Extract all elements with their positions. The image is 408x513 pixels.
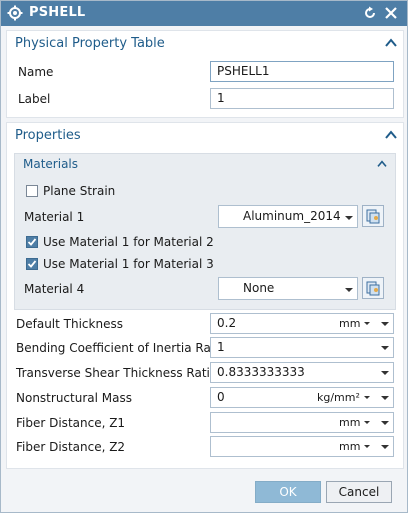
gear-icon xyxy=(7,5,23,21)
chevron-down-icon[interactable] xyxy=(361,413,373,432)
transverse-shear-label: Transverse Shear Thickness Ratio xyxy=(16,366,218,380)
chevron-up-icon[interactable] xyxy=(385,38,397,48)
properties-panel: Properties Materials Plane Strain Materi… xyxy=(6,122,404,469)
nonstructural-mass-unit[interactable]: kg/mm² xyxy=(317,391,360,404)
name-field[interactable]: PSHELL1 xyxy=(210,61,394,82)
material1-value: Aluminum_2014 xyxy=(243,209,341,223)
material4-value: None xyxy=(243,281,275,295)
materials-header: Materials xyxy=(23,157,79,171)
name-label: Name xyxy=(18,65,54,79)
default-thickness-field[interactable]: 0.2 mm xyxy=(210,313,394,334)
label-value: 1 xyxy=(217,91,225,105)
material4-select[interactable]: None xyxy=(218,277,358,300)
properties-header: Properties xyxy=(15,128,81,143)
chevron-down-icon[interactable] xyxy=(379,314,391,333)
material-library-icon xyxy=(366,281,380,296)
transverse-shear-value: 0.8333333333 xyxy=(217,365,305,379)
nonstructural-mass-label: Nonstructural Mass xyxy=(16,391,132,405)
name-value: PSHELL1 xyxy=(217,64,270,78)
chevron-down-icon[interactable] xyxy=(379,338,391,357)
transverse-shear-field[interactable]: 0.8333333333 xyxy=(210,362,394,383)
chevron-down-icon[interactable] xyxy=(361,437,373,456)
chevron-down-icon[interactable] xyxy=(379,437,391,456)
nonstructural-mass-field[interactable]: 0 kg/mm² xyxy=(210,387,394,408)
use-material1-for-material3-label: Use Material 1 for Material 3 xyxy=(43,257,214,271)
use-material1-for-material2-label: Use Material 1 for Material 2 xyxy=(43,235,214,249)
chevron-down-icon xyxy=(345,216,353,220)
reset-icon[interactable] xyxy=(363,6,377,20)
material1-picker-button[interactable] xyxy=(362,205,384,227)
use-material1-for-material3-checkbox[interactable] xyxy=(26,258,38,270)
label-label: Label xyxy=(18,92,51,106)
material4-picker-button[interactable] xyxy=(362,277,384,299)
material4-label: Material 4 xyxy=(24,282,85,296)
use-material1-for-material2-checkbox[interactable] xyxy=(26,236,38,248)
cancel-button[interactable]: Cancel xyxy=(326,481,392,503)
bending-coefficient-value: 1 xyxy=(217,340,225,354)
ok-button[interactable]: OK xyxy=(255,481,321,503)
chevron-up-icon[interactable] xyxy=(385,130,397,140)
fiber-distance-z1-label: Fiber Distance, Z1 xyxy=(16,416,126,430)
bending-coefficient-label: Bending Coefficient of Inertia Ratio xyxy=(16,341,227,355)
default-thickness-value: 0.2 xyxy=(217,316,237,330)
material1-select[interactable]: Aluminum_2014 xyxy=(218,205,358,228)
material1-label: Material 1 xyxy=(24,210,85,224)
fiber-distance-z2-unit[interactable]: mm xyxy=(339,440,360,453)
chevron-down-icon[interactable] xyxy=(379,363,391,382)
materials-group: Materials Plane Strain Material 1 Alumin… xyxy=(14,153,396,310)
chevron-down-icon xyxy=(345,288,353,292)
plane-strain-label: Plane Strain xyxy=(43,184,116,198)
fiber-distance-z1-field[interactable]: mm xyxy=(210,412,394,433)
bending-coefficient-field[interactable]: 1 xyxy=(210,337,394,358)
window-title: PSHELL xyxy=(29,5,86,20)
physical-property-table-panel: Physical Property Table Name PSHELL1 Lab… xyxy=(6,30,404,118)
fiber-distance-z2-label: Fiber Distance, Z2 xyxy=(16,440,126,454)
nonstructural-mass-value: 0 xyxy=(217,390,225,404)
title-bar: PSHELL xyxy=(1,1,407,26)
close-icon[interactable] xyxy=(384,6,398,20)
label-field[interactable]: 1 xyxy=(210,88,394,109)
chevron-down-icon[interactable] xyxy=(361,388,373,407)
fiber-distance-z2-field[interactable]: mm xyxy=(210,436,394,457)
default-thickness-label: Default Thickness xyxy=(16,317,123,331)
chevron-down-icon[interactable] xyxy=(379,413,391,432)
plane-strain-checkbox[interactable] xyxy=(26,185,38,197)
material-library-icon xyxy=(366,209,380,224)
chevron-up-icon[interactable] xyxy=(377,160,387,168)
default-thickness-unit[interactable]: mm xyxy=(339,317,360,330)
chevron-down-icon[interactable] xyxy=(379,388,391,407)
pshell-dialog: PSHELL Physical Property Table Name PSHE… xyxy=(0,0,408,513)
chevron-down-icon[interactable] xyxy=(361,314,373,333)
physical-property-table-header: Physical Property Table xyxy=(15,36,165,51)
fiber-distance-z1-unit[interactable]: mm xyxy=(339,416,360,429)
